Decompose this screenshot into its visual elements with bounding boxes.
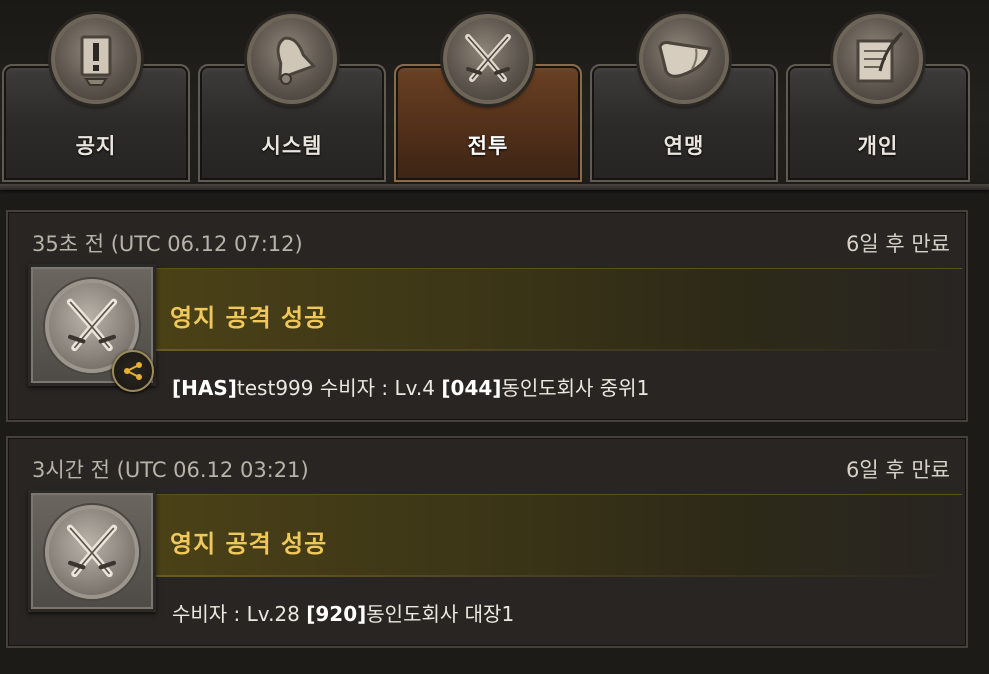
tab-system[interactable]: 시스템	[198, 14, 386, 182]
tab-battle[interactable]: 전투	[394, 14, 582, 182]
tab-personal[interactable]: 개인	[786, 14, 970, 182]
report-expiry: 6일 후 만료	[846, 458, 950, 482]
tab-label: 연맹	[663, 134, 705, 158]
tab-alliance[interactable]: 연맹	[590, 14, 778, 182]
notice-board-icon	[51, 14, 141, 104]
attacker-name: test999	[236, 376, 314, 400]
bell-icon	[247, 14, 337, 104]
tab-bar-divider	[0, 184, 989, 190]
crossed-swords-icon	[443, 14, 533, 104]
defender-name: 동인도회사 대장1	[366, 602, 515, 626]
tab-label: 전투	[467, 134, 509, 158]
report-icon-frame	[28, 490, 156, 612]
battle-report-item[interactable]: 3시간 전 (UTC 06.12 03:21) 6일 후 만료 영지 공격 성공…	[6, 436, 968, 648]
scroll-quill-icon	[833, 14, 923, 104]
report-expiry: 6일 후 만료	[846, 232, 950, 256]
report-summary: 수비자 : Lv.28 [920]동인도회사 대장1	[172, 598, 514, 627]
report-timestamp: 3시간 전 (UTC 06.12 03:21)	[32, 458, 309, 482]
horn-icon	[639, 14, 729, 104]
report-title: 영지 공격 성공	[170, 530, 328, 558]
crossed-swords-icon	[45, 505, 139, 599]
battle-report-item[interactable]: 35초 전 (UTC 06.12 07:12) 6일 후 만료 영지 공격 성공…	[6, 210, 968, 422]
report-timestamp: 35초 전 (UTC 06.12 07:12)	[32, 232, 303, 256]
defender-label: 수비자 : Lv.28	[172, 602, 307, 626]
defender-label: 수비자 : Lv.4	[313, 376, 442, 400]
tab-notice[interactable]: 공지	[2, 14, 190, 182]
tab-label: 공지	[75, 134, 117, 158]
defender-name: 동인도회사 중위1	[501, 376, 650, 400]
report-title: 영지 공격 성공	[170, 304, 328, 332]
share-button[interactable]	[112, 350, 154, 392]
defender-tag: [044]	[441, 376, 502, 400]
report-summary: [HAS]test999 수비자 : Lv.4 [044]동인도회사 중위1	[172, 372, 649, 401]
defender-tag: [920]	[306, 602, 367, 626]
attacker-tag: [HAS]	[172, 376, 237, 400]
tab-label: 시스템	[261, 134, 323, 158]
tab-label: 개인	[857, 134, 899, 158]
share-icon	[124, 362, 142, 380]
